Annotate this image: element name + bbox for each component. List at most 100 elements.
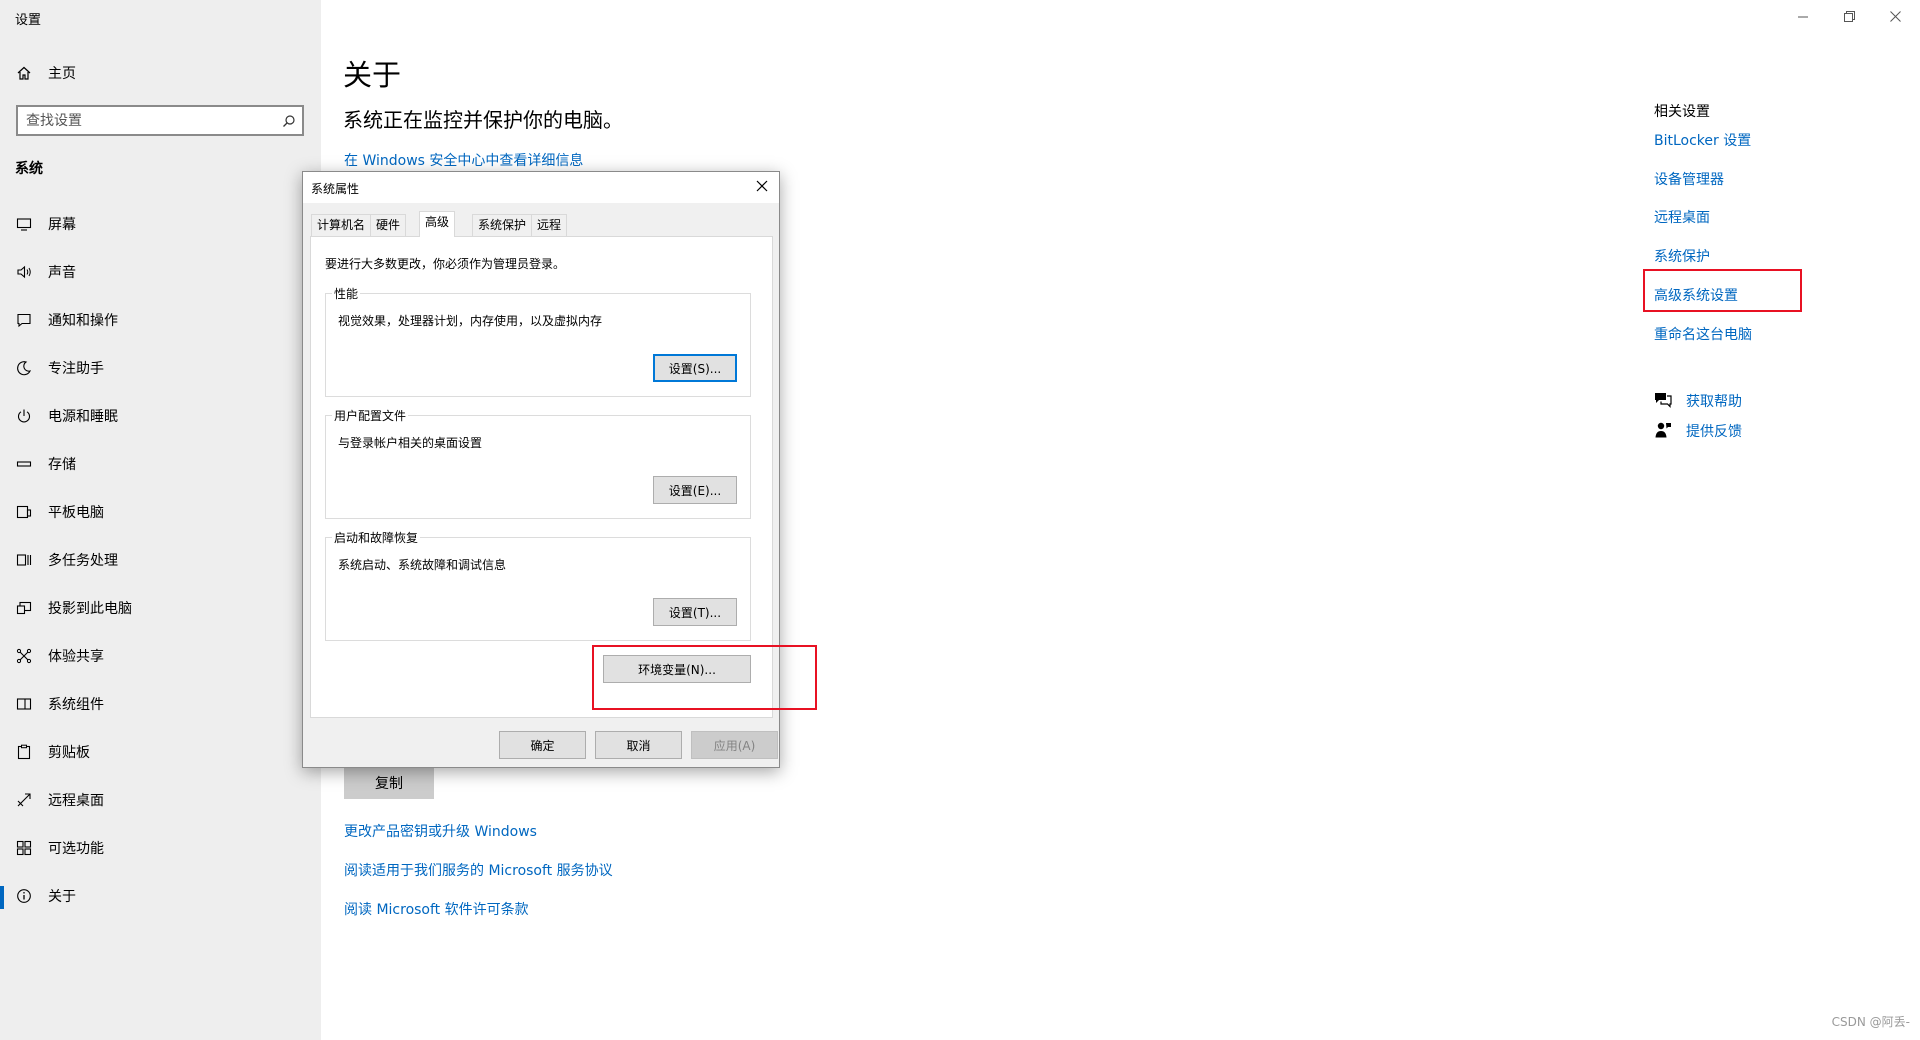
- admin-note: 要进行大多数更改，你必须作为管理员登录。: [325, 257, 566, 271]
- user-profiles-settings-button[interactable]: 设置(E)...: [653, 476, 737, 504]
- user-profiles-group: 用户配置文件 与登录帐户相关的桌面设置 设置(E)...: [325, 407, 751, 519]
- active-indicator: [0, 886, 4, 909]
- dialog-title: 系统属性: [311, 182, 360, 196]
- startup-recovery-group: 启动和故障恢复 系统启动、系统故障和调试信息 设置(T)...: [325, 529, 751, 641]
- sidebar-item-label: 多任务处理: [48, 553, 118, 569]
- sidebar-item-label: 屏幕: [48, 217, 76, 233]
- sidebar-item-label: 关于: [48, 889, 76, 905]
- sidebar-item-label: 系统组件: [48, 697, 104, 713]
- startup-recovery-settings-button[interactable]: 设置(T)...: [653, 598, 737, 626]
- rename-pc-link[interactable]: 重命名这台电脑: [1654, 324, 1752, 344]
- apply-button[interactable]: 应用(A): [691, 731, 778, 759]
- minimize-icon: [1798, 7, 1808, 26]
- copy-button[interactable]: 复制: [344, 767, 434, 799]
- search-field[interactable]: [16, 105, 304, 136]
- tab-remote[interactable]: 远程: [531, 214, 568, 236]
- home-icon: [16, 65, 32, 81]
- close-window-button[interactable]: [1872, 0, 1918, 32]
- page-title: 关于: [343, 58, 402, 92]
- sidebar-item-home[interactable]: 主页: [0, 54, 321, 92]
- minimize-button[interactable]: [1780, 0, 1826, 32]
- security-center-link[interactable]: 在 Windows 安全中心中查看详细信息: [344, 150, 583, 170]
- tab-computer-name[interactable]: 计算机名: [311, 214, 372, 236]
- service-agreement-link[interactable]: 阅读适用于我们服务的 Microsoft 服务协议: [344, 860, 613, 880]
- sidebar-item-sound[interactable]: 声音: [0, 253, 321, 291]
- sidebar-item-power[interactable]: 电源和睡眠: [0, 397, 321, 435]
- sidebar-item-label: 声音: [48, 265, 76, 281]
- sidebar-item-label: 通知和操作: [48, 313, 118, 329]
- sidebar-item-remote-desktop[interactable]: 远程桌面: [0, 781, 321, 819]
- sidebar-item-system-components[interactable]: 系统组件: [0, 685, 321, 723]
- sidebar-item-multitasking[interactable]: 多任务处理: [0, 541, 321, 579]
- system-properties-dialog: 系统属性 计算机名 硬件 高级 系统保护 远程 要进行大多数更改，你必须作为管理…: [302, 171, 780, 768]
- sidebar-item-label: 平板电脑: [48, 505, 104, 521]
- ok-button[interactable]: 确定: [499, 731, 586, 759]
- cancel-button[interactable]: 取消: [595, 731, 682, 759]
- sidebar-item-focus-assist[interactable]: 专注助手: [0, 349, 321, 387]
- multitask-icon: [16, 552, 32, 568]
- share-icon: [16, 648, 32, 664]
- sidebar-item-storage[interactable]: 存储: [0, 445, 321, 483]
- remote-icon: [16, 792, 32, 808]
- sidebar-item-clipboard[interactable]: 剪贴板: [0, 733, 321, 771]
- give-feedback-link[interactable]: 提供反馈: [1686, 421, 1742, 441]
- close-icon: [1889, 7, 1901, 26]
- watermark: CSDN @阿丢-: [1831, 1015, 1910, 1029]
- tab-system-protection[interactable]: 系统保护: [472, 214, 533, 236]
- group-description: 系统启动、系统故障和调试信息: [338, 558, 507, 572]
- license-terms-link[interactable]: 阅读 Microsoft 软件许可条款: [344, 899, 529, 919]
- sidebar-item-optional-features[interactable]: 可选功能: [0, 829, 321, 867]
- app-title: 设置: [15, 13, 42, 28]
- environment-variables-button[interactable]: 环境变量(N)...: [603, 655, 751, 683]
- sidebar-item-label: 远程桌面: [48, 793, 104, 809]
- remote-desktop-link[interactable]: 远程桌面: [1654, 207, 1710, 227]
- sidebar-item-project[interactable]: 投影到此电脑: [0, 589, 321, 627]
- tab-advanced[interactable]: 高级: [419, 211, 456, 237]
- dialog-titlebar[interactable]: 系统属性: [303, 172, 779, 203]
- search-input[interactable]: [26, 112, 276, 130]
- close-icon: [756, 180, 768, 195]
- bitlocker-settings-link[interactable]: BitLocker 设置: [1654, 130, 1751, 150]
- sidebar-item-screen[interactable]: 屏幕: [0, 205, 321, 243]
- tab-hardware[interactable]: 硬件: [370, 214, 407, 236]
- sidebar-item-label: 电源和睡眠: [48, 409, 118, 425]
- sidebar-item-label: 投影到此电脑: [48, 601, 132, 617]
- page-subtitle: 系统正在监控并保护你的电脑。: [343, 108, 623, 132]
- search-icon[interactable]: [282, 113, 296, 132]
- feedback-icon: [1654, 421, 1672, 439]
- sidebar-item-label: 存储: [48, 457, 76, 473]
- power-icon: [16, 408, 32, 424]
- performance-group: 性能 视觉效果，处理器计划，内存使用，以及虚拟内存 设置(S)...: [325, 285, 751, 397]
- sidebar-item-about[interactable]: 关于: [0, 877, 321, 915]
- moon-icon: [16, 360, 32, 376]
- project-icon: [16, 600, 32, 616]
- performance-settings-button[interactable]: 设置(S)...: [653, 354, 737, 382]
- restore-button[interactable]: [1826, 0, 1872, 32]
- sidebar-item-notifications[interactable]: 通知和操作: [0, 301, 321, 339]
- sidebar-home-label: 主页: [48, 66, 76, 82]
- clipboard-icon: [16, 744, 32, 760]
- features-icon: [16, 840, 32, 856]
- info-icon: [16, 888, 32, 904]
- group-title: 启动和故障恢复: [332, 529, 421, 546]
- sidebar-item-label: 可选功能: [48, 841, 104, 857]
- sidebar-item-shared-experiences[interactable]: 体验共享: [0, 637, 321, 675]
- dialog-close-button[interactable]: [753, 178, 771, 196]
- get-help-link[interactable]: 获取帮助: [1686, 391, 1742, 411]
- tablet-icon: [16, 504, 32, 520]
- device-manager-link[interactable]: 设备管理器: [1654, 169, 1724, 189]
- related-settings-title: 相关设置: [1654, 104, 1710, 120]
- advanced-system-settings-link[interactable]: 高级系统设置: [1654, 285, 1738, 305]
- sidebar-item-label: 专注助手: [48, 361, 104, 377]
- group-title: 性能: [332, 285, 361, 302]
- sidebar-item-label: 体验共享: [48, 649, 104, 665]
- monitor-icon: [16, 216, 32, 232]
- sidebar-item-tablet[interactable]: 平板电脑: [0, 493, 321, 531]
- group-description: 与登录帐户相关的桌面设置: [338, 436, 483, 450]
- help-chat-icon: [1654, 391, 1672, 409]
- group-title: 用户配置文件: [332, 407, 409, 424]
- sidebar-section-label: 系统: [15, 161, 43, 177]
- system-protection-link[interactable]: 系统保护: [1654, 246, 1710, 266]
- change-product-key-link[interactable]: 更改产品密钥或升级 Windows: [344, 821, 537, 841]
- notification-icon: [16, 312, 32, 328]
